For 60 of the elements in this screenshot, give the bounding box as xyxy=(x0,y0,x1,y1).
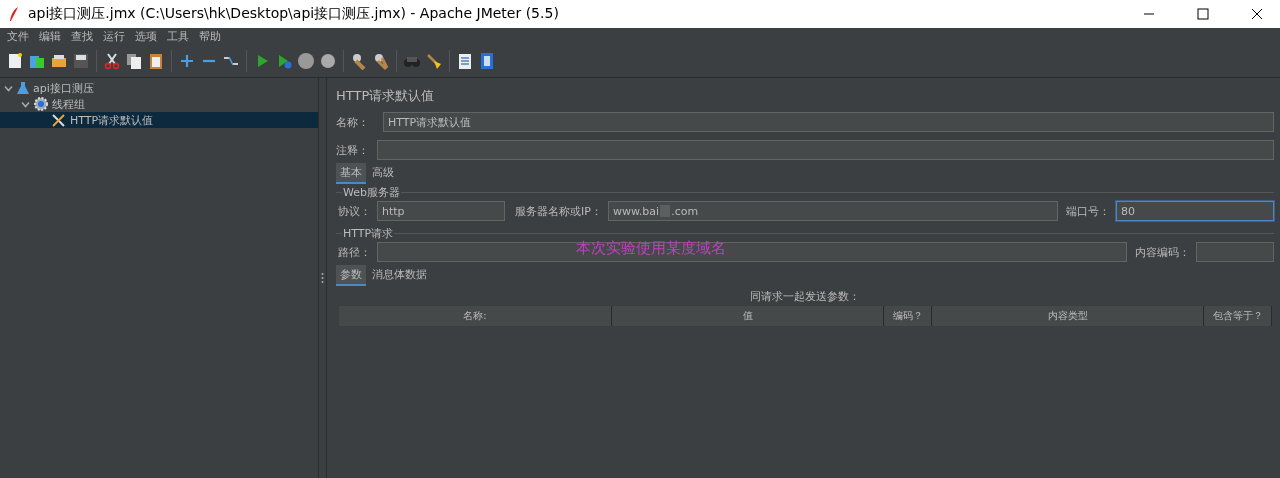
close-icon[interactable] xyxy=(1251,8,1263,20)
port-field[interactable]: 80 xyxy=(1116,201,1274,221)
list-icon[interactable] xyxy=(456,52,474,70)
menu-item[interactable]: 选项 xyxy=(130,29,162,44)
clear-icon[interactable] xyxy=(350,52,368,70)
feather-icon xyxy=(8,6,20,22)
column-header[interactable]: 名称: xyxy=(339,306,612,326)
menu-item[interactable]: 运行 xyxy=(98,29,130,44)
flask-icon xyxy=(17,81,29,95)
scissors-icon[interactable] xyxy=(103,52,121,70)
tab[interactable]: 参数 xyxy=(336,265,366,286)
folder-icon[interactable] xyxy=(50,52,68,70)
field-label: 端口号： xyxy=(1066,203,1110,219)
column-header[interactable]: 值 xyxy=(612,306,884,326)
group-legend: HTTP请求 xyxy=(342,226,395,241)
column-header[interactable]: 编码？ xyxy=(884,306,932,326)
menu-item[interactable]: 文件 xyxy=(2,29,34,44)
window-title: api接口测压.jmx (C:\Users\hk\Desktop\api接口测压.jmx) - Apache JMeter (5.5) xyxy=(28,5,560,23)
name-field[interactable]: HTTP请求默认值 xyxy=(383,112,1274,132)
field-label: 路径： xyxy=(338,244,371,260)
column-header[interactable]: 包含等于？ xyxy=(1204,306,1272,326)
new-file-icon[interactable] xyxy=(6,52,24,70)
server-field[interactable]: www.bai .com xyxy=(607,201,1058,221)
comment-field[interactable] xyxy=(377,140,1274,160)
shutdown-icon[interactable] xyxy=(319,52,337,70)
tab[interactable]: 消息体数据 xyxy=(368,265,431,286)
menu-item[interactable]: 查找 xyxy=(66,29,98,44)
group-legend: Web服务器 xyxy=(342,185,401,200)
tab[interactable]: 基本 xyxy=(336,163,366,184)
menu-item[interactable]: 工具 xyxy=(162,29,194,44)
table-caption: 同请求一起发送参数： xyxy=(750,288,860,304)
tree-item[interactable]: api接口测压 xyxy=(0,80,318,96)
paste-icon[interactable] xyxy=(147,52,165,70)
tools-icon xyxy=(51,112,66,128)
tree-item[interactable]: 线程组 xyxy=(0,96,318,112)
tree-item[interactable]: HTTP请求默认值 xyxy=(0,112,318,128)
field-label: 名称： xyxy=(336,114,369,130)
maximize-icon[interactable] xyxy=(1197,8,1209,20)
gear-icon xyxy=(34,97,48,111)
protocol-field[interactable]: http xyxy=(377,201,505,221)
stop-icon[interactable] xyxy=(297,52,315,70)
field-label: 注释： xyxy=(336,142,369,158)
encoding-field[interactable] xyxy=(1196,242,1274,262)
menu-item[interactable]: 帮助 xyxy=(194,29,226,44)
broom-icon[interactable] xyxy=(425,52,443,70)
clear-all-icon[interactable] xyxy=(372,52,390,70)
help-book-icon[interactable] xyxy=(478,52,496,70)
save-icon[interactable] xyxy=(72,52,90,70)
field-label: 协议： xyxy=(338,203,371,219)
splitter-handle[interactable] xyxy=(319,78,327,478)
field-label: 内容编码： xyxy=(1135,244,1190,260)
annotation-text: 本次实验使用某度域名 xyxy=(576,239,726,257)
field-label: 服务器名称或IP： xyxy=(515,203,602,219)
column-header[interactable]: 内容类型 xyxy=(932,306,1204,326)
panel-title: HTTP请求默认值 xyxy=(336,87,436,105)
menu-item[interactable]: 编辑 xyxy=(34,29,66,44)
path-field[interactable] xyxy=(377,242,1127,262)
tab[interactable]: 高级 xyxy=(368,163,398,184)
copy-icon[interactable] xyxy=(125,52,143,70)
plus-icon[interactable] xyxy=(178,52,196,70)
